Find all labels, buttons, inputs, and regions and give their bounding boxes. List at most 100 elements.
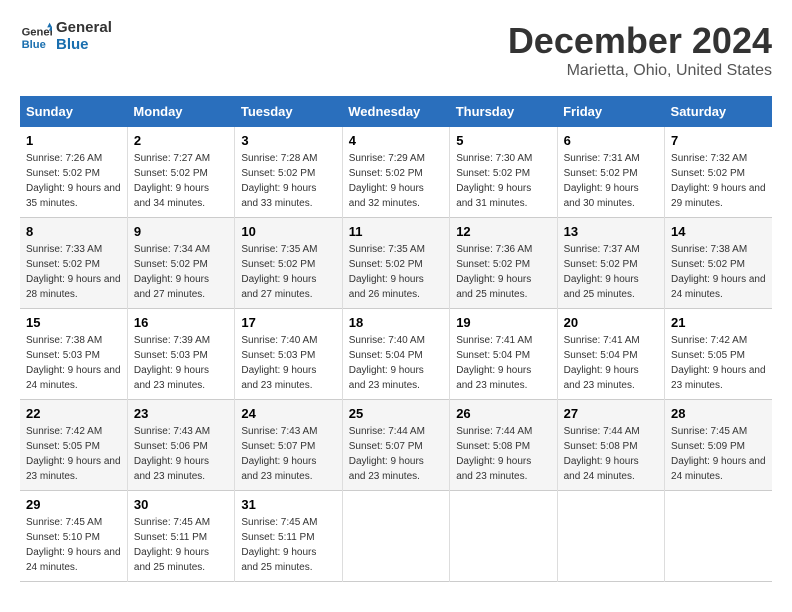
svg-text:Blue: Blue — [22, 39, 46, 51]
day-number: 28 — [671, 406, 766, 421]
calendar-cell: 13 Sunrise: 7:37 AM Sunset: 5:02 PM Dayl… — [557, 218, 664, 309]
weekday-header-sunday: Sunday — [20, 96, 127, 127]
day-number: 10 — [241, 224, 335, 239]
calendar-cell: 20 Sunrise: 7:41 AM Sunset: 5:04 PM Dayl… — [557, 309, 664, 400]
weekday-header-monday: Monday — [127, 96, 234, 127]
calendar-cell — [665, 491, 772, 582]
calendar-cell: 11 Sunrise: 7:35 AM Sunset: 5:02 PM Dayl… — [342, 218, 449, 309]
day-number: 3 — [241, 133, 335, 148]
day-info: Sunrise: 7:35 AM Sunset: 5:02 PM Dayligh… — [241, 242, 335, 302]
day-info: Sunrise: 7:30 AM Sunset: 5:02 PM Dayligh… — [456, 151, 550, 211]
calendar-week-row: 8 Sunrise: 7:33 AM Sunset: 5:02 PM Dayli… — [20, 218, 772, 309]
calendar-cell: 8 Sunrise: 7:33 AM Sunset: 5:02 PM Dayli… — [20, 218, 127, 309]
day-info: Sunrise: 7:26 AM Sunset: 5:02 PM Dayligh… — [26, 151, 121, 211]
calendar-week-row: 1 Sunrise: 7:26 AM Sunset: 5:02 PM Dayli… — [20, 127, 772, 218]
day-info: Sunrise: 7:31 AM Sunset: 5:02 PM Dayligh… — [564, 151, 658, 211]
day-number: 14 — [671, 224, 766, 239]
calendar-header: SundayMondayTuesdayWednesdayThursdayFrid… — [20, 96, 772, 127]
day-number: 19 — [456, 315, 550, 330]
day-info: Sunrise: 7:44 AM Sunset: 5:07 PM Dayligh… — [349, 424, 443, 484]
day-info: Sunrise: 7:41 AM Sunset: 5:04 PM Dayligh… — [456, 333, 550, 393]
day-number: 9 — [134, 224, 228, 239]
logo-icon: General Blue — [20, 21, 52, 53]
calendar-cell: 3 Sunrise: 7:28 AM Sunset: 5:02 PM Dayli… — [235, 127, 342, 218]
calendar-cell: 18 Sunrise: 7:40 AM Sunset: 5:04 PM Dayl… — [342, 309, 449, 400]
day-number: 13 — [564, 224, 658, 239]
calendar-cell: 17 Sunrise: 7:40 AM Sunset: 5:03 PM Dayl… — [235, 309, 342, 400]
day-info: Sunrise: 7:45 AM Sunset: 5:09 PM Dayligh… — [671, 424, 766, 484]
day-info: Sunrise: 7:45 AM Sunset: 5:11 PM Dayligh… — [134, 515, 228, 575]
day-info: Sunrise: 7:27 AM Sunset: 5:02 PM Dayligh… — [134, 151, 228, 211]
title-area: December 2024 Marietta, Ohio, United Sta… — [508, 20, 772, 80]
day-info: Sunrise: 7:35 AM Sunset: 5:02 PM Dayligh… — [349, 242, 443, 302]
day-info: Sunrise: 7:41 AM Sunset: 5:04 PM Dayligh… — [564, 333, 658, 393]
calendar-week-row: 15 Sunrise: 7:38 AM Sunset: 5:03 PM Dayl… — [20, 309, 772, 400]
day-number: 24 — [241, 406, 335, 421]
day-number: 18 — [349, 315, 443, 330]
day-number: 15 — [26, 315, 121, 330]
day-number: 1 — [26, 133, 121, 148]
day-number: 25 — [349, 406, 443, 421]
calendar-cell: 22 Sunrise: 7:42 AM Sunset: 5:05 PM Dayl… — [20, 400, 127, 491]
calendar-cell: 9 Sunrise: 7:34 AM Sunset: 5:02 PM Dayli… — [127, 218, 234, 309]
calendar-cell: 12 Sunrise: 7:36 AM Sunset: 5:02 PM Dayl… — [450, 218, 557, 309]
calendar-cell: 5 Sunrise: 7:30 AM Sunset: 5:02 PM Dayli… — [450, 127, 557, 218]
calendar-cell: 7 Sunrise: 7:32 AM Sunset: 5:02 PM Dayli… — [665, 127, 772, 218]
day-info: Sunrise: 7:45 AM Sunset: 5:11 PM Dayligh… — [241, 515, 335, 575]
day-number: 2 — [134, 133, 228, 148]
calendar-cell: 15 Sunrise: 7:38 AM Sunset: 5:03 PM Dayl… — [20, 309, 127, 400]
calendar-cell: 31 Sunrise: 7:45 AM Sunset: 5:11 PM Dayl… — [235, 491, 342, 582]
day-number: 22 — [26, 406, 121, 421]
day-info: Sunrise: 7:38 AM Sunset: 5:03 PM Dayligh… — [26, 333, 121, 393]
day-number: 17 — [241, 315, 335, 330]
weekday-header-friday: Friday — [557, 96, 664, 127]
logo-line2: Blue — [56, 37, 112, 54]
day-number: 5 — [456, 133, 550, 148]
day-number: 23 — [134, 406, 228, 421]
calendar-cell: 14 Sunrise: 7:38 AM Sunset: 5:02 PM Dayl… — [665, 218, 772, 309]
day-number: 8 — [26, 224, 121, 239]
day-info: Sunrise: 7:32 AM Sunset: 5:02 PM Dayligh… — [671, 151, 766, 211]
calendar-cell: 28 Sunrise: 7:45 AM Sunset: 5:09 PM Dayl… — [665, 400, 772, 491]
day-number: 30 — [134, 497, 228, 512]
weekday-header-saturday: Saturday — [665, 96, 772, 127]
calendar-cell: 2 Sunrise: 7:27 AM Sunset: 5:02 PM Dayli… — [127, 127, 234, 218]
calendar-table: SundayMondayTuesdayWednesdayThursdayFrid… — [20, 96, 772, 582]
day-info: Sunrise: 7:40 AM Sunset: 5:04 PM Dayligh… — [349, 333, 443, 393]
calendar-cell: 27 Sunrise: 7:44 AM Sunset: 5:08 PM Dayl… — [557, 400, 664, 491]
calendar-cell — [557, 491, 664, 582]
logo: General Blue General Blue — [20, 20, 112, 53]
day-info: Sunrise: 7:45 AM Sunset: 5:10 PM Dayligh… — [26, 515, 121, 575]
day-number: 4 — [349, 133, 443, 148]
day-number: 31 — [241, 497, 335, 512]
calendar-cell — [342, 491, 449, 582]
day-info: Sunrise: 7:34 AM Sunset: 5:02 PM Dayligh… — [134, 242, 228, 302]
calendar-body: 1 Sunrise: 7:26 AM Sunset: 5:02 PM Dayli… — [20, 127, 772, 582]
calendar-cell: 6 Sunrise: 7:31 AM Sunset: 5:02 PM Dayli… — [557, 127, 664, 218]
calendar-cell: 24 Sunrise: 7:43 AM Sunset: 5:07 PM Dayl… — [235, 400, 342, 491]
location-title: Marietta, Ohio, United States — [508, 62, 772, 80]
svg-text:General: General — [22, 26, 52, 38]
calendar-cell: 23 Sunrise: 7:43 AM Sunset: 5:06 PM Dayl… — [127, 400, 234, 491]
calendar-cell: 1 Sunrise: 7:26 AM Sunset: 5:02 PM Dayli… — [20, 127, 127, 218]
day-info: Sunrise: 7:29 AM Sunset: 5:02 PM Dayligh… — [349, 151, 443, 211]
calendar-cell: 16 Sunrise: 7:39 AM Sunset: 5:03 PM Dayl… — [127, 309, 234, 400]
weekday-header-row: SundayMondayTuesdayWednesdayThursdayFrid… — [20, 96, 772, 127]
day-info: Sunrise: 7:42 AM Sunset: 5:05 PM Dayligh… — [26, 424, 121, 484]
calendar-cell: 19 Sunrise: 7:41 AM Sunset: 5:04 PM Dayl… — [450, 309, 557, 400]
day-number: 16 — [134, 315, 228, 330]
weekday-header-tuesday: Tuesday — [235, 96, 342, 127]
calendar-cell: 4 Sunrise: 7:29 AM Sunset: 5:02 PM Dayli… — [342, 127, 449, 218]
day-info: Sunrise: 7:43 AM Sunset: 5:06 PM Dayligh… — [134, 424, 228, 484]
calendar-cell: 21 Sunrise: 7:42 AM Sunset: 5:05 PM Dayl… — [665, 309, 772, 400]
day-number: 21 — [671, 315, 766, 330]
calendar-cell: 26 Sunrise: 7:44 AM Sunset: 5:08 PM Dayl… — [450, 400, 557, 491]
day-number: 20 — [564, 315, 658, 330]
day-number: 6 — [564, 133, 658, 148]
calendar-week-row: 29 Sunrise: 7:45 AM Sunset: 5:10 PM Dayl… — [20, 491, 772, 582]
day-number: 11 — [349, 224, 443, 239]
day-number: 12 — [456, 224, 550, 239]
day-info: Sunrise: 7:28 AM Sunset: 5:02 PM Dayligh… — [241, 151, 335, 211]
day-info: Sunrise: 7:36 AM Sunset: 5:02 PM Dayligh… — [456, 242, 550, 302]
calendar-cell: 29 Sunrise: 7:45 AM Sunset: 5:10 PM Dayl… — [20, 491, 127, 582]
